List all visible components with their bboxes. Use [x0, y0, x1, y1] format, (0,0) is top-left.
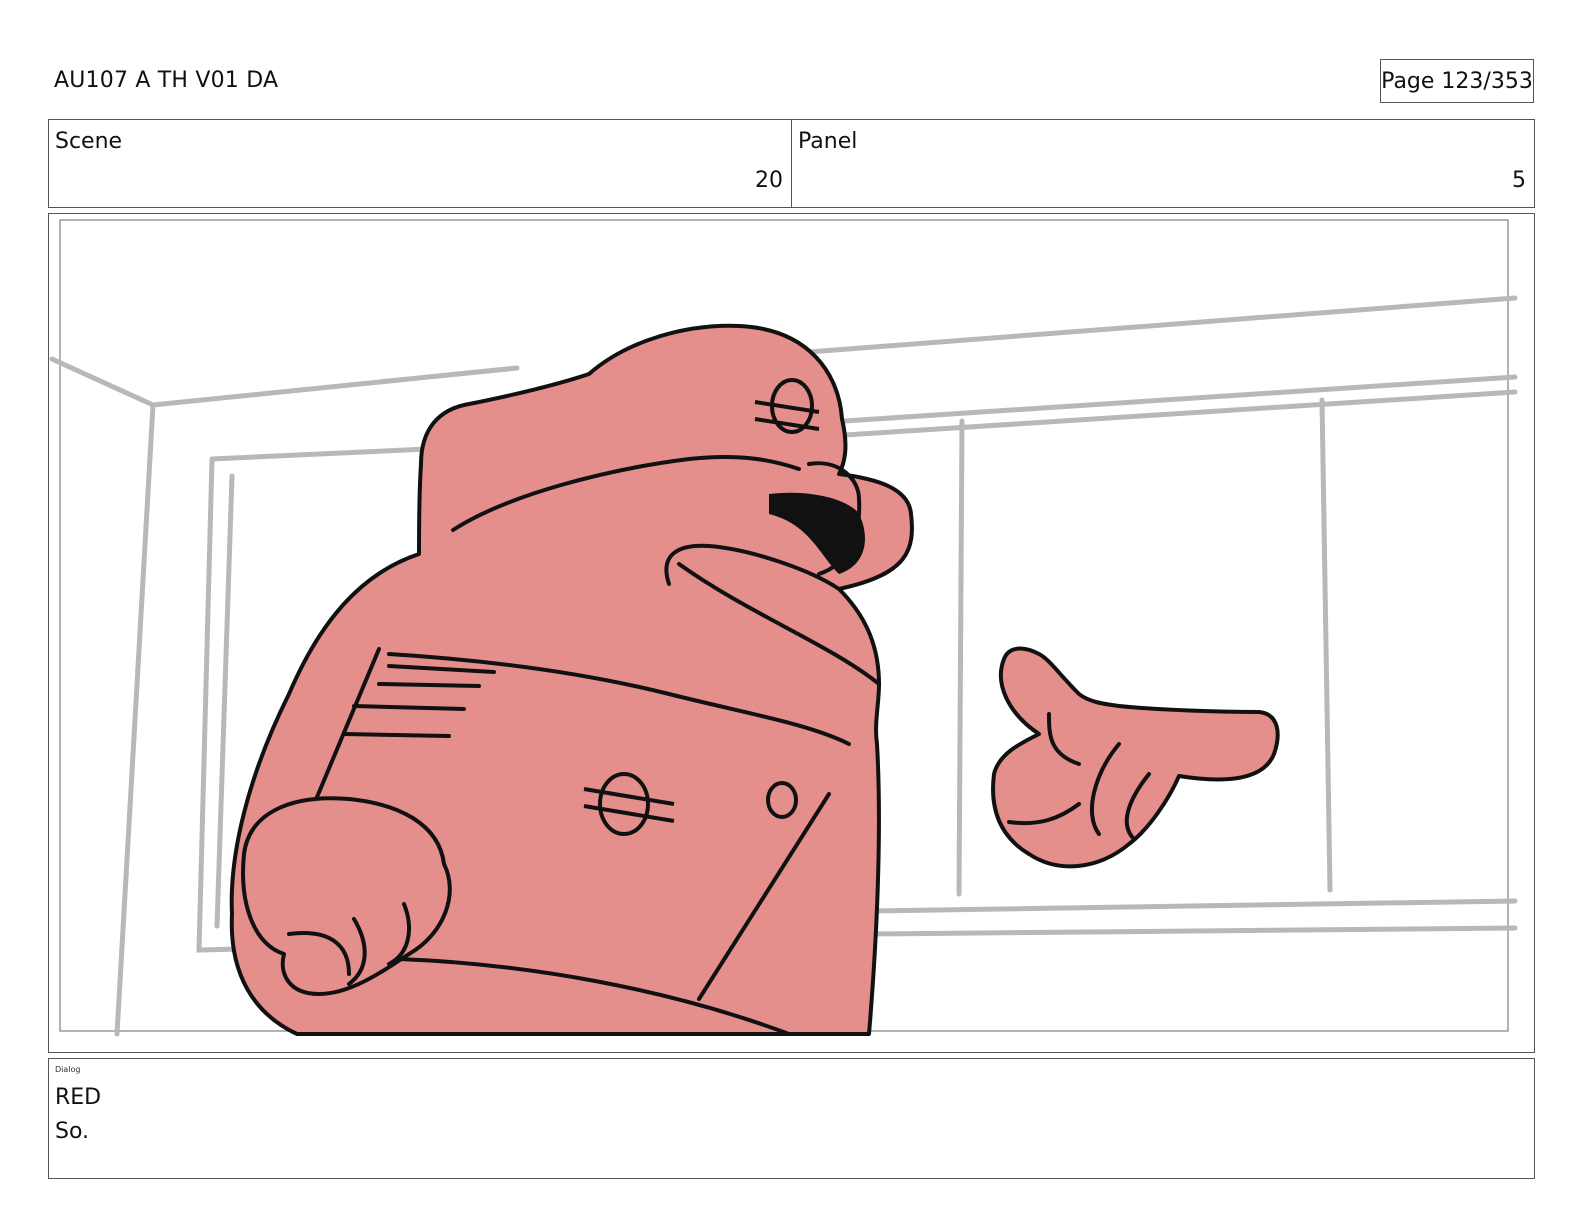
storyboard-frame: [48, 213, 1535, 1053]
panel-label: Panel: [798, 129, 858, 154]
dialog-speaker: RED: [55, 1085, 102, 1110]
storyboard-drawing: [49, 219, 1518, 1037]
dialog-line: So.: [55, 1119, 90, 1144]
dialog-box: Dialog RED So.: [48, 1058, 1535, 1179]
doc-title: AU107 A TH V01 DA: [54, 68, 279, 93]
scene-panel-row: Scene 20 Panel 5: [48, 119, 1535, 208]
scene-label: Scene: [55, 129, 123, 154]
character-pointing-hand: [991, 646, 1280, 869]
dialog-label: Dialog: [55, 1065, 81, 1074]
page-number: Page 123/353: [1380, 59, 1534, 103]
scene-cell: Scene 20: [49, 120, 791, 207]
panel-number: 5: [1512, 168, 1526, 193]
scene-number: 20: [755, 168, 783, 193]
panel-cell: Panel 5: [791, 120, 1534, 207]
